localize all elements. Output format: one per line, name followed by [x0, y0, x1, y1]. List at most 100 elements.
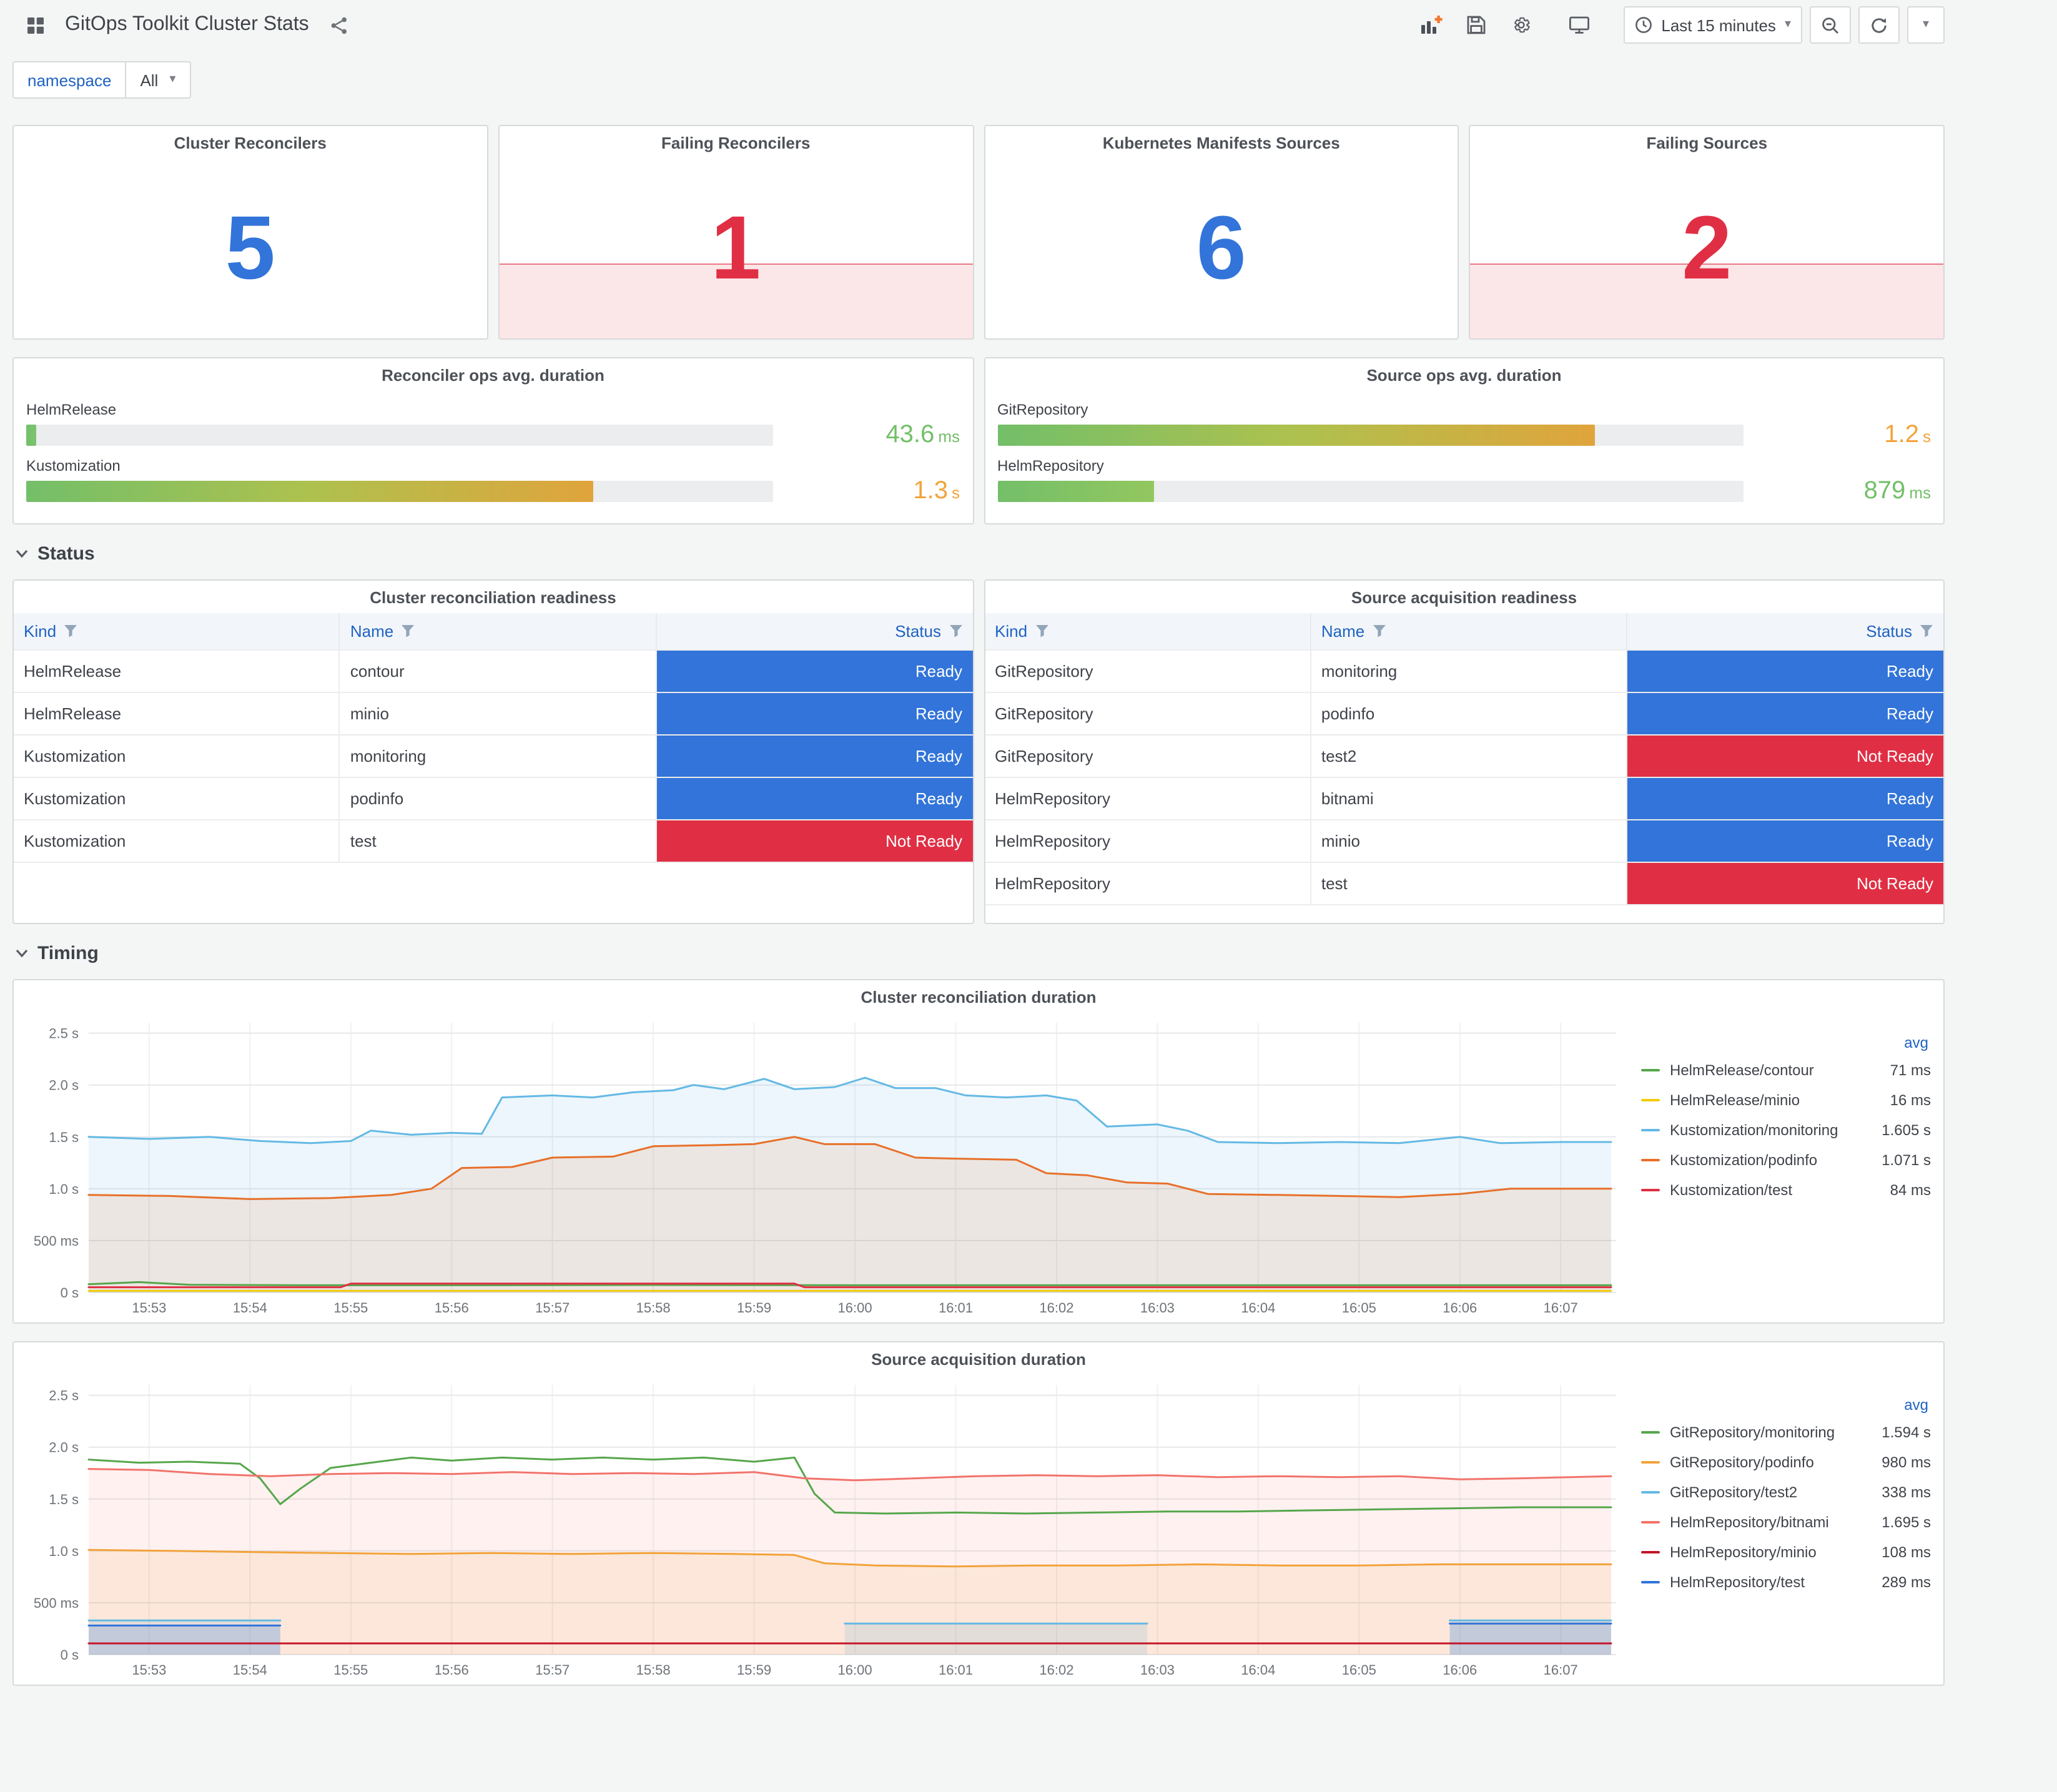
series-avg-value: 289 ms [1882, 1573, 1931, 1591]
timeseries-plot[interactable]: 15:53 15:54 15:55 15:56 15:57 15:58 15:59 16:00… [19, 1375, 1629, 1682]
bargauge-bar [997, 424, 1594, 445]
series-name: HelmRepository/bitnami [1670, 1514, 1829, 1531]
time-range-picker[interactable]: Last 15 minutes ▾ [1624, 6, 1802, 44]
svg-text:16:04: 16:04 [1241, 1662, 1275, 1678]
svg-text:15:54: 15:54 [233, 1300, 267, 1316]
row-header-timing[interactable]: Timing [15, 934, 1945, 972]
refresh-interval-dropdown[interactable]: ▾ [1907, 6, 1945, 44]
column-header-kind[interactable]: Kind [985, 613, 1311, 649]
namespace-variable-control: namespace All ▾ [12, 61, 191, 99]
section-title: Timing [37, 942, 99, 963]
cell-kind: HelmRepository [985, 776, 1311, 819]
legend-item[interactable]: HelmRepository/test 289 ms [1641, 1567, 1931, 1597]
legend-avg-header: avg [1904, 1034, 1928, 1051]
stat-panel-failing-reconcilers: Failing Reconcilers 1 [498, 125, 974, 340]
dashboards-grid-icon[interactable] [17, 6, 52, 44]
series-name: Kustomization/test [1670, 1181, 1793, 1199]
zoom-out-button[interactable] [1810, 6, 1851, 44]
save-dashboard-button[interactable] [1459, 6, 1494, 44]
series-color-dash [1641, 1461, 1660, 1464]
legend-item[interactable]: Kustomization/test 84 ms [1641, 1175, 1931, 1205]
bargauge-bar [26, 424, 36, 445]
cell-name: podinfo [339, 776, 657, 819]
refresh-button[interactable] [1858, 6, 1900, 44]
status-badge: Ready [656, 650, 972, 691]
legend-item[interactable]: Kustomization/monitoring 1.605 s [1641, 1115, 1931, 1145]
svg-text:0 s: 0 s [61, 1285, 79, 1301]
bargauge-row: HelmRelease 43.6 ms [26, 401, 960, 447]
table-row: Kustomization podinfo Ready [14, 776, 972, 819]
cycle-view-mode-monitor-icon[interactable] [1561, 6, 1596, 44]
dashboard-settings-gear-icon[interactable] [1504, 6, 1539, 44]
legend-item[interactable]: GitRepository/test2 338 ms [1641, 1477, 1931, 1507]
series-name: HelmRelease/minio [1670, 1091, 1800, 1109]
add-panel-button[interactable] [1414, 6, 1449, 44]
legend-item[interactable]: GitRepository/monitoring 1.594 s [1641, 1417, 1931, 1447]
svg-text:16:03: 16:03 [1140, 1662, 1175, 1678]
panel-title[interactable]: Cluster reconciliation readiness [14, 581, 972, 613]
column-header-kind[interactable]: Kind [14, 613, 340, 649]
legend-item[interactable]: GitRepository/podinfo 980 ms [1641, 1447, 1931, 1477]
column-header-name[interactable]: Name [339, 613, 657, 649]
column-header-status[interactable]: Status [656, 613, 972, 649]
legend-item[interactable]: HelmRepository/minio 108 ms [1641, 1537, 1931, 1567]
variable-label[interactable]: namespace [12, 61, 127, 99]
chart-legend: avg GitRepository/monitoring 1.594 s GitRep… [1629, 1375, 1938, 1682]
panel-title[interactable]: Reconciler ops avg. duration [14, 358, 972, 391]
cell-kind: Kustomization [14, 734, 340, 777]
table-row: Kustomization test Not Ready [14, 819, 972, 862]
legend-item[interactable]: HelmRelease/minio 16 ms [1641, 1085, 1931, 1115]
svg-text:16:02: 16:02 [1039, 1662, 1073, 1678]
navbar: GitOps Toolkit Cluster Stats Last 15 min… [0, 0, 2057, 50]
cell-name: minio [1310, 819, 1628, 862]
panel-title[interactable]: Cluster reconciliation duration [14, 980, 1943, 1013]
bargauge-label: GitRepository [997, 401, 1088, 418]
cell-name: monitoring [339, 734, 657, 777]
svg-text:2.0 s: 2.0 s [49, 1440, 79, 1455]
cell-name: podinfo [1310, 691, 1628, 734]
stat-value: 6 [1196, 199, 1246, 298]
series-color-dash [1641, 1431, 1660, 1434]
stat-value: 1 [711, 199, 761, 298]
refresh-icon [1870, 16, 1888, 34]
cell-name: bitnami [1310, 776, 1628, 819]
panel-title[interactable]: Source ops avg. duration [985, 358, 1943, 391]
panel-title[interactable]: Source acquisition duration [14, 1342, 1943, 1375]
timeseries-svg: 15:53 15:54 15:55 15:56 15:57 15:58 15:59 16:00… [34, 1385, 1616, 1678]
legend-avg-header: avg [1904, 1396, 1928, 1414]
column-header-status[interactable]: Status [1627, 613, 1943, 649]
svg-text:1.0 s: 1.0 s [49, 1543, 79, 1559]
timeseries-plot[interactable]: 15:53 15:54 15:55 15:56 15:57 15:58 15:59 16:00… [19, 1013, 1629, 1320]
bargauge-bar [997, 480, 1154, 501]
status-badge: Not Ready [656, 820, 972, 861]
row-header-status[interactable]: Status [15, 534, 1945, 572]
series-color-dash [1641, 1189, 1660, 1191]
filter-funnel-icon [1373, 624, 1386, 637]
svg-text:1.5 s: 1.5 s [49, 1130, 79, 1145]
column-header-name[interactable]: Name [1310, 613, 1628, 649]
stat-value: 2 [1682, 199, 1732, 298]
legend-item[interactable]: HelmRelease/contour 71 ms [1641, 1055, 1931, 1085]
panel-title[interactable]: Failing Reconcilers [500, 126, 973, 159]
table-row: GitRepository test2 Not Ready [985, 734, 1943, 777]
legend-item[interactable]: Kustomization/podinfo 1.071 s [1641, 1145, 1931, 1175]
share-icon[interactable] [322, 6, 357, 44]
panel-title[interactable]: Source acquisition readiness [985, 581, 1943, 613]
svg-text:16:05: 16:05 [1342, 1300, 1376, 1316]
submenu: namespace All ▾ [0, 50, 2057, 110]
stat-panel-manifests-sources: Kubernetes Manifests Sources 6 [984, 125, 1459, 340]
status-badge: Ready [1627, 692, 1943, 734]
svg-text:16:01: 16:01 [939, 1662, 973, 1678]
panel-title[interactable]: Kubernetes Manifests Sources [985, 126, 1458, 159]
bargauge-panel-reconciler-ops: Reconciler ops avg. duration HelmRelease… [12, 357, 974, 524]
section-title: Status [37, 543, 95, 564]
legend-item[interactable]: HelmRepository/bitnami 1.695 s [1641, 1507, 1931, 1537]
panel-title[interactable]: Failing Sources [1471, 126, 1944, 159]
variable-value-dropdown[interactable]: All ▾ [126, 61, 191, 99]
series-color-dash [1641, 1159, 1660, 1161]
bargauge-row: Kustomization 1.3 s [26, 457, 960, 503]
status-badge: Ready [656, 777, 972, 819]
panel-title[interactable]: Cluster Reconcilers [14, 126, 487, 159]
series-name: GitRepository/podinfo [1670, 1454, 1814, 1471]
table-row: HelmRepository minio Ready [985, 819, 1943, 862]
